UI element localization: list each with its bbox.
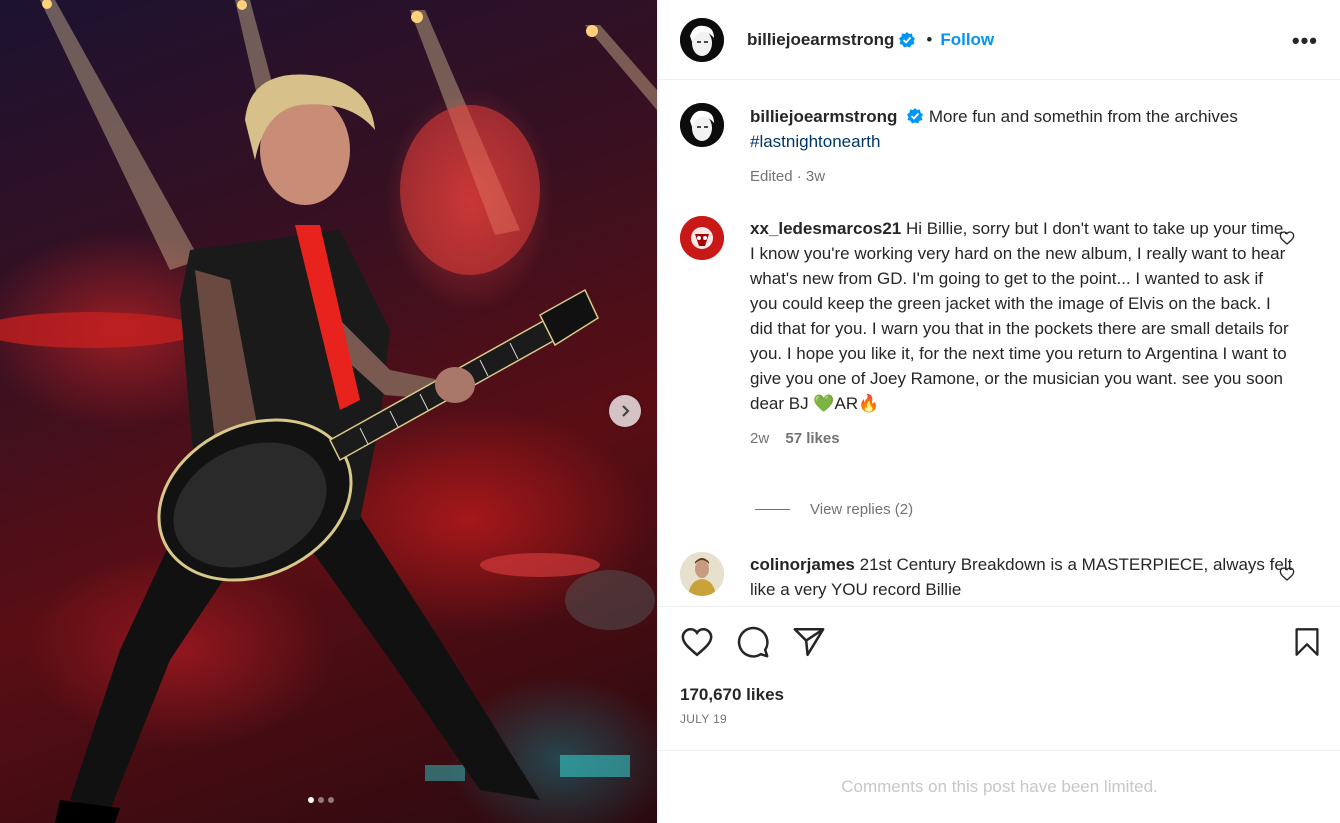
chevron-right-icon xyxy=(622,405,630,417)
carousel-dot xyxy=(328,797,334,803)
caption-body: billiejoearmstrong More fun and somethin… xyxy=(750,104,1295,189)
verified-badge-icon xyxy=(907,108,924,124)
action-icons xyxy=(680,625,826,659)
commenter-avatar[interactable] xyxy=(680,552,724,596)
post-date: JULY 19 xyxy=(680,712,728,726)
share-icon[interactable] xyxy=(792,625,826,659)
view-replies-button[interactable]: View replies (2) xyxy=(755,501,913,518)
comment-author[interactable]: xx_ledesmarcos21 xyxy=(750,219,901,238)
avatar-portrait xyxy=(680,216,724,260)
carousel-dot xyxy=(318,797,324,803)
avatar-portrait xyxy=(680,17,724,62)
commenter-avatar[interactable] xyxy=(680,216,724,260)
post-sidebar: billiejoearmstrong • Follow ••• billiejo… xyxy=(657,0,1340,823)
replies-divider xyxy=(755,509,790,510)
caption-author[interactable]: billiejoearmstrong xyxy=(750,107,897,126)
comment-icon[interactable] xyxy=(736,625,770,659)
comment-meta: 2w 57 likes xyxy=(750,426,1295,451)
heart-icon[interactable] xyxy=(1279,566,1295,582)
author-username[interactable]: billiejoearmstrong xyxy=(747,30,894,50)
avatar-portrait xyxy=(680,103,724,147)
comment-author[interactable]: colinorjames xyxy=(750,555,855,574)
caption-meta: Edited · 3w xyxy=(750,168,826,185)
carousel-dot xyxy=(308,797,314,803)
carousel-next-button[interactable] xyxy=(609,395,641,427)
comment-body: colinorjames 21st Century Breakdown is a… xyxy=(750,552,1295,602)
avatar-portrait xyxy=(680,552,724,596)
post-media[interactable] xyxy=(0,0,657,823)
view-replies-label: View replies (2) xyxy=(810,501,914,518)
comment-likes[interactable]: 57 likes xyxy=(785,430,839,447)
caption-hashtag[interactable]: #lastnightonearth xyxy=(750,132,880,151)
author-avatar[interactable] xyxy=(680,17,724,62)
verified-badge-icon xyxy=(899,31,916,47)
caption-text: More fun and somethin from the archives xyxy=(928,107,1238,126)
carousel-dots xyxy=(308,797,334,803)
comment-body: xx_ledesmarcos21 Hi Billie, sorry but I … xyxy=(750,216,1295,451)
caption-avatar[interactable] xyxy=(680,103,724,147)
header-separator: • xyxy=(926,29,933,49)
comments-limited-notice: Comments on this post have been limited. xyxy=(658,750,1340,823)
comment-text: Hi Billie, sorry but I don't want to tak… xyxy=(750,219,1289,413)
post-actions: 170,670 likes JULY 19 xyxy=(658,606,1340,750)
more-options-icon[interactable]: ••• xyxy=(1292,28,1318,54)
concert-photo xyxy=(0,0,657,823)
bookmark-icon[interactable] xyxy=(1293,627,1321,657)
comments-list[interactable]: billiejoearmstrong More fun and somethin… xyxy=(658,81,1340,606)
post-header: billiejoearmstrong • Follow ••• xyxy=(658,0,1340,80)
post-likes-count[interactable]: 170,670 likes xyxy=(680,685,784,705)
heart-icon[interactable] xyxy=(1279,230,1295,246)
follow-button[interactable]: Follow xyxy=(940,30,994,50)
comment-age: 2w xyxy=(750,430,770,447)
heart-icon[interactable] xyxy=(680,625,714,659)
